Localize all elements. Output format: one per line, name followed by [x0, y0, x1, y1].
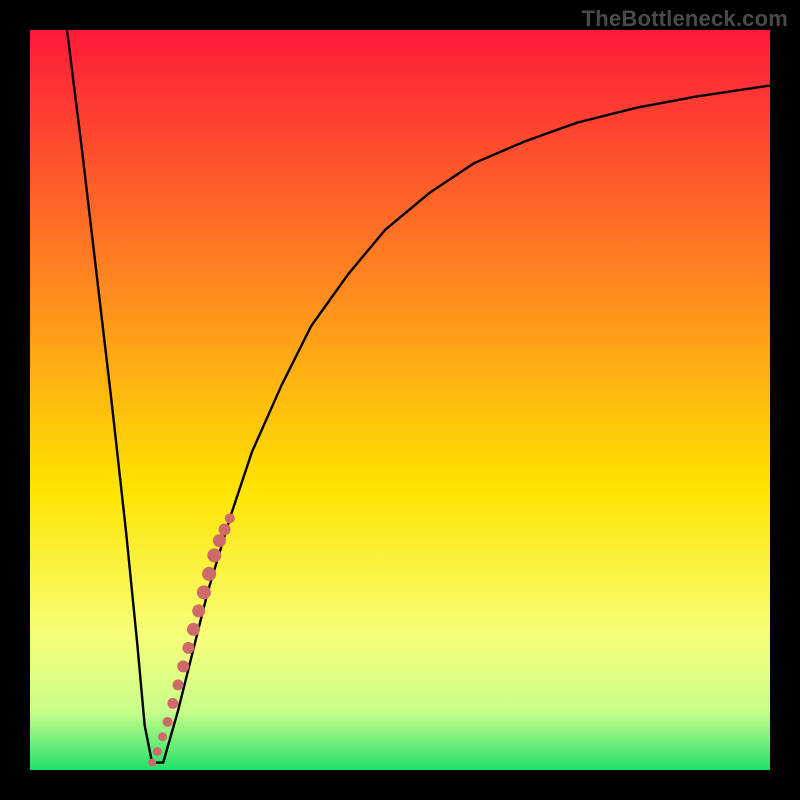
- dot: [197, 585, 211, 599]
- dot: [158, 732, 167, 741]
- dot: [182, 642, 194, 654]
- dot: [167, 698, 178, 709]
- plot-area: [30, 30, 770, 770]
- dot: [173, 679, 184, 690]
- dot: [177, 660, 189, 672]
- dot: [202, 567, 216, 581]
- dot: [163, 717, 173, 727]
- dot: [192, 604, 205, 617]
- chart-svg: [30, 30, 770, 770]
- gradient-background: [30, 30, 770, 770]
- dot: [207, 548, 221, 562]
- dot: [225, 513, 235, 523]
- dot: [153, 747, 162, 756]
- watermark-text: TheBottleneck.com: [582, 6, 788, 32]
- dot: [148, 759, 156, 767]
- dot: [213, 534, 226, 547]
- dot: [219, 524, 231, 536]
- dot: [187, 623, 200, 636]
- chart-frame: TheBottleneck.com: [0, 0, 800, 800]
